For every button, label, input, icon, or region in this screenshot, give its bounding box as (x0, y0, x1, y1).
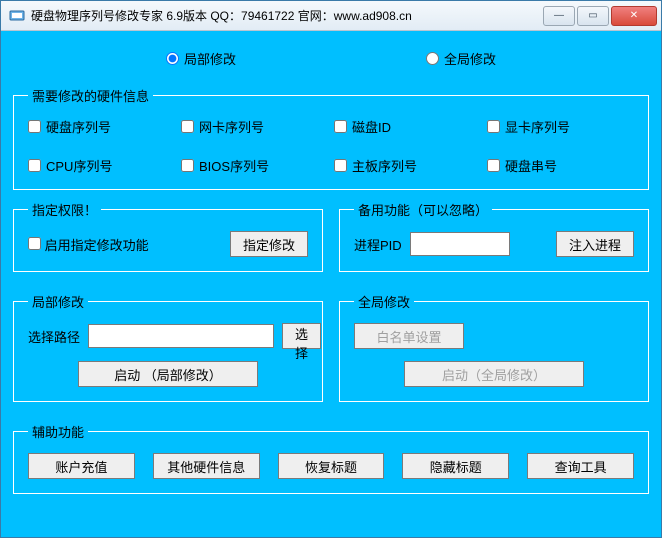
hw-item[interactable]: 显卡序列号 (487, 117, 634, 136)
other-hw-button[interactable]: 其他硬件信息 (153, 453, 260, 479)
pid-label: 进程PID (354, 235, 402, 254)
hw-item[interactable]: 主板序列号 (334, 156, 481, 175)
global-modify-group: 全局修改 白名单设置 启动（全局修改） (339, 292, 649, 402)
choose-path-button[interactable]: 选择 (282, 323, 321, 349)
app-icon (9, 8, 25, 24)
hw-checkbox[interactable] (334, 120, 347, 133)
specify-modify-button[interactable]: 指定修改 (230, 231, 308, 257)
radio-local-input[interactable] (166, 52, 179, 65)
hw-checkbox[interactable] (487, 159, 500, 172)
path-label: 选择路径 (28, 327, 80, 346)
client-area: 局部修改 全局修改 需要修改的硬件信息 硬盘序列号 网卡序列号 磁盘ID 显卡序… (1, 31, 661, 537)
query-tool-button[interactable]: 查询工具 (527, 453, 634, 479)
hw-item[interactable]: CPU序列号 (28, 156, 175, 175)
hw-label: 主板序列号 (352, 156, 417, 175)
hw-item[interactable]: BIOS序列号 (181, 156, 328, 175)
radio-global-input[interactable] (426, 52, 439, 65)
path-input[interactable] (88, 324, 274, 348)
backup-legend: 备用功能（可以忽略） (354, 200, 492, 219)
hardware-legend: 需要修改的硬件信息 (28, 86, 153, 105)
close-button[interactable]: ✕ (611, 6, 657, 26)
hw-checkbox[interactable] (487, 120, 500, 133)
hw-label: CPU序列号 (46, 156, 112, 175)
start-local-button[interactable]: 启动 （局部修改） (78, 361, 258, 387)
hw-label: 显卡序列号 (505, 117, 570, 136)
start-global-button[interactable]: 启动（全局修改） (404, 361, 584, 387)
hardware-group: 需要修改的硬件信息 硬盘序列号 网卡序列号 磁盘ID 显卡序列号 CPU序列号 … (13, 86, 649, 190)
hw-checkbox[interactable] (181, 159, 194, 172)
permission-legend: 指定权限！ (28, 200, 101, 219)
aux-legend: 辅助功能 (28, 422, 88, 441)
hw-label: 磁盘ID (352, 117, 391, 136)
hw-label: 硬盘序列号 (46, 117, 111, 136)
enable-checkbox[interactable] (28, 237, 41, 250)
restore-title-button[interactable]: 恢复标题 (278, 453, 385, 479)
enable-label-text: 启用指定修改功能 (45, 238, 149, 253)
hw-item[interactable]: 磁盘ID (334, 117, 481, 136)
hw-label: 网卡序列号 (199, 117, 264, 136)
inject-process-button[interactable]: 注入进程 (556, 231, 634, 257)
maximize-button[interactable]: ▭ (577, 6, 609, 26)
hw-checkbox[interactable] (28, 159, 41, 172)
global-modify-legend: 全局修改 (354, 292, 414, 311)
hw-checkbox[interactable] (181, 120, 194, 133)
local-modify-legend: 局部修改 (28, 292, 88, 311)
hw-checkbox[interactable] (334, 159, 347, 172)
mode-radios: 局部修改 全局修改 (13, 49, 649, 68)
titlebar[interactable]: 硬盘物理序列号修改专家 6.9版本 QQ：79461722 官网：www.ad9… (1, 1, 661, 31)
radio-local[interactable]: 局部修改 (166, 49, 236, 68)
app-window: 硬盘物理序列号修改专家 6.9版本 QQ：79461722 官网：www.ad9… (0, 0, 662, 538)
hw-label: BIOS序列号 (199, 156, 269, 175)
minimize-button[interactable]: — (543, 6, 575, 26)
radio-local-label: 局部修改 (184, 49, 236, 68)
window-title: 硬盘物理序列号修改专家 6.9版本 QQ：79461722 官网：www.ad9… (31, 7, 541, 24)
radio-global[interactable]: 全局修改 (426, 49, 496, 68)
hw-checkbox[interactable] (28, 120, 41, 133)
hw-item[interactable]: 硬盘串号 (487, 156, 634, 175)
recharge-button[interactable]: 账户充值 (28, 453, 135, 479)
hw-label: 硬盘串号 (505, 156, 557, 175)
radio-global-label: 全局修改 (444, 49, 496, 68)
window-buttons: — ▭ ✕ (541, 6, 657, 26)
hw-item[interactable]: 硬盘序列号 (28, 117, 175, 136)
hw-item[interactable]: 网卡序列号 (181, 117, 328, 136)
backup-group: 备用功能（可以忽略） 进程PID 注入进程 (339, 200, 649, 272)
hardware-grid: 硬盘序列号 网卡序列号 磁盘ID 显卡序列号 CPU序列号 BIOS序列号 主板… (28, 117, 634, 175)
pid-input[interactable] (410, 232, 510, 256)
whitelist-button[interactable]: 白名单设置 (354, 323, 464, 349)
hide-title-button[interactable]: 隐藏标题 (402, 453, 509, 479)
enable-checkbox-label[interactable]: 启用指定修改功能 (28, 235, 149, 254)
local-modify-group: 局部修改 选择路径 选择 启动 （局部修改） (13, 292, 323, 402)
permission-group: 指定权限！ 启用指定修改功能 指定修改 (13, 200, 323, 272)
aux-group: 辅助功能 账户充值 其他硬件信息 恢复标题 隐藏标题 查询工具 (13, 422, 649, 494)
